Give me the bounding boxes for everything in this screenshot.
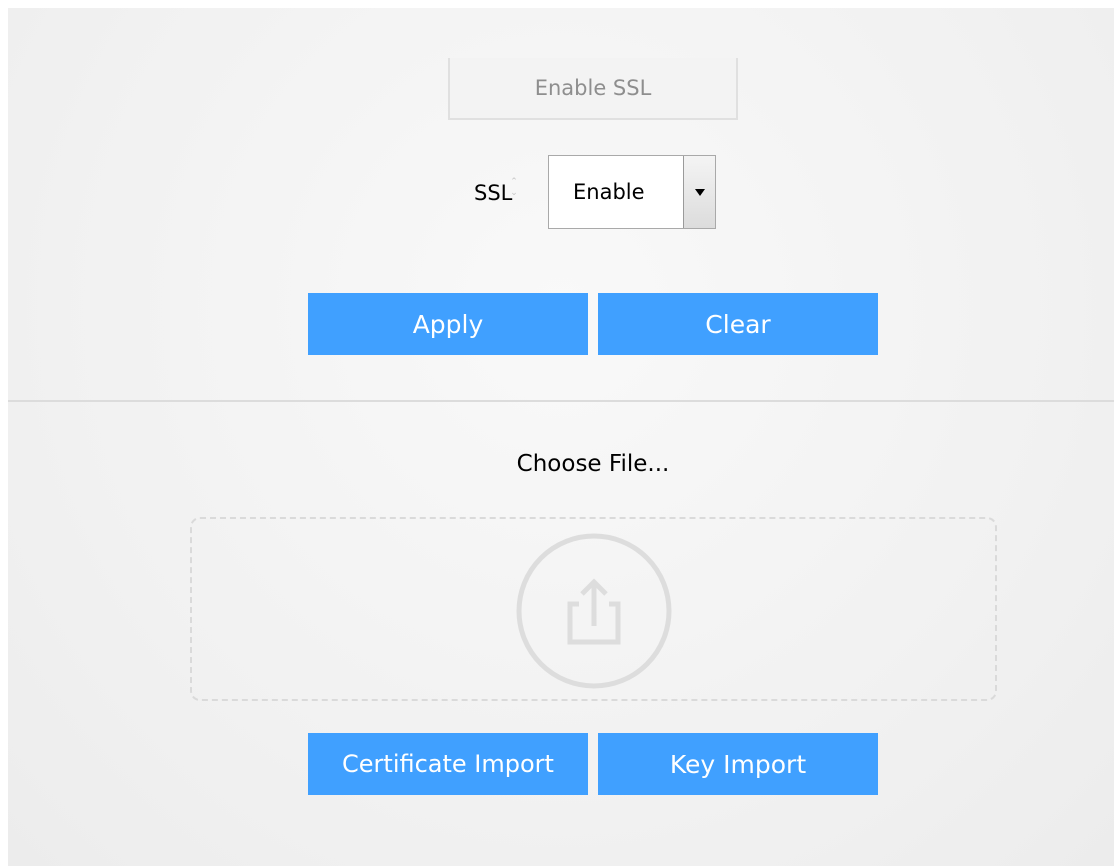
dropdown-arrow-button[interactable] <box>683 156 715 228</box>
choose-file-heading: Choose File... <box>516 451 670 477</box>
ssl-select-value: Enable <box>573 180 645 204</box>
ssl-select[interactable]: Enable <box>548 155 716 229</box>
upload-icon <box>516 533 672 689</box>
tab-enable-ssl[interactable]: Enable SSL <box>448 58 738 120</box>
tab-enable-ssl-label: Enable SSL <box>534 76 652 100</box>
file-dropzone[interactable] <box>190 517 997 701</box>
clear-button[interactable]: Clear <box>598 293 878 355</box>
spinner-icon: ⌃ ⌄ <box>510 177 518 198</box>
apply-button[interactable]: Apply <box>308 293 588 355</box>
key-import-button[interactable]: Key Import <box>598 733 878 795</box>
section-divider <box>8 400 1114 402</box>
certificate-import-button[interactable]: Certificate Import <box>308 733 588 795</box>
ssl-label: SSL <box>474 181 513 205</box>
chevron-down-icon <box>694 188 705 196</box>
